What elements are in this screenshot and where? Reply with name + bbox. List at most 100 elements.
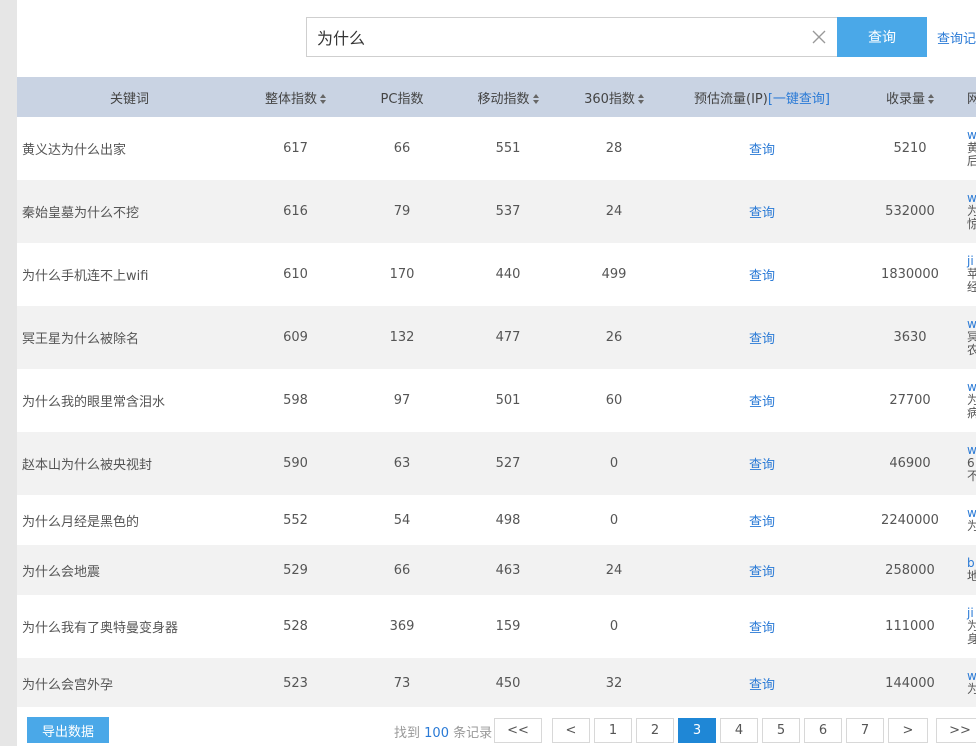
table-row: 为什么我的眼里常含泪水 598 97 501 60 查询 27700 w 为病 bbox=[17, 369, 976, 432]
table-row: 冥王星为什么被除名 609 132 477 26 查询 3630 w 冥农 bbox=[17, 306, 976, 369]
cell-pc: 170 bbox=[349, 243, 455, 306]
cell-indexed: 144000 bbox=[857, 658, 963, 708]
cell-keyword: 黄义达为什么出家 bbox=[17, 117, 242, 180]
cell-keyword: 为什么我有了奥特曼变身器 bbox=[17, 595, 242, 658]
cell-site: w6不 bbox=[963, 432, 976, 495]
search-box bbox=[306, 17, 837, 57]
cell-s360: 60 bbox=[561, 369, 667, 432]
cell-indexed: 2240000 bbox=[857, 495, 963, 545]
page-button[interactable]: 5 bbox=[762, 718, 800, 743]
cell-s360: 0 bbox=[561, 432, 667, 495]
table-row: 秦始皇墓为什么不挖 616 79 537 24 查询 532000 w 为惊 bbox=[17, 180, 976, 243]
site-title-text: 身 bbox=[967, 632, 976, 646]
cell-overall: 523 bbox=[242, 658, 349, 708]
cell-keyword: 为什么月经是黑色的 bbox=[17, 495, 242, 545]
cell-keyword: 为什么我的眼里常含泪水 bbox=[17, 369, 242, 432]
table-row: 为什么会宫外孕 523 73 450 32 查询 144000 w 为 bbox=[17, 658, 976, 708]
cell-site: w为惊 bbox=[963, 180, 976, 243]
cell-site: w黄后 bbox=[963, 117, 976, 180]
site-title-text: 地 bbox=[967, 569, 976, 583]
site-title-text: 农 bbox=[967, 343, 976, 357]
cell-indexed: 5210 bbox=[857, 117, 963, 180]
cell-pc: 66 bbox=[349, 117, 455, 180]
site-title-text: 经 bbox=[967, 280, 976, 294]
col-header-traffic: 预估流量(IP)[一键查询] bbox=[667, 77, 857, 117]
cell-overall: 598 bbox=[242, 369, 349, 432]
site-title-text: 后 bbox=[967, 154, 976, 168]
col-header-mobile[interactable]: 移动指数 bbox=[455, 77, 561, 117]
cell-mobile: 440 bbox=[455, 243, 561, 306]
page-button[interactable]: < bbox=[552, 718, 590, 743]
sort-icon[interactable] bbox=[928, 94, 934, 104]
bulk-query-link[interactable]: [一键查询] bbox=[768, 92, 830, 107]
cell-keyword: 为什么会地震 bbox=[17, 545, 242, 595]
cell-pc: 132 bbox=[349, 306, 455, 369]
col-header-360[interactable]: 360指数 bbox=[561, 77, 667, 117]
page-button[interactable]: 4 bbox=[720, 718, 758, 743]
sort-icon[interactable] bbox=[532, 94, 539, 104]
table-row: 为什么手机连不上wifi 610 170 440 499 查询 1830000 ji 苹经 bbox=[17, 243, 976, 306]
site-title-text: 惊 bbox=[967, 217, 976, 231]
cell-keyword: 秦始皇墓为什么不挖 bbox=[17, 180, 242, 243]
cell-site: w冥农 bbox=[963, 306, 976, 369]
export-button[interactable]: 导出数据 bbox=[27, 717, 109, 743]
cell-pc: 97 bbox=[349, 369, 455, 432]
cell-overall: 590 bbox=[242, 432, 349, 495]
table-header-row: 关键词 整体指数 PC指数 移动指数 360指数 预估流量(IP)[一键查询] … bbox=[17, 77, 976, 117]
search-input[interactable] bbox=[307, 18, 797, 56]
cell-s360: 24 bbox=[561, 180, 667, 243]
traffic-query-link[interactable]: 查询 bbox=[667, 658, 857, 708]
traffic-query-link[interactable]: 查询 bbox=[667, 369, 857, 432]
search-button[interactable]: 查询 bbox=[837, 17, 927, 57]
page-button[interactable]: 3 bbox=[678, 718, 716, 743]
page-button[interactable]: 7 bbox=[846, 718, 884, 743]
cell-keyword: 冥王星为什么被除名 bbox=[17, 306, 242, 369]
cell-mobile: 463 bbox=[455, 545, 561, 595]
traffic-query-link[interactable]: 查询 bbox=[667, 595, 857, 658]
traffic-query-link[interactable]: 查询 bbox=[667, 306, 857, 369]
col-header-indexed[interactable]: 收录量 bbox=[857, 77, 963, 117]
search-history-link[interactable]: 查询记 bbox=[937, 28, 976, 47]
col-header-keyword: 关键词 bbox=[17, 77, 242, 117]
site-title-text: 病 bbox=[967, 406, 976, 420]
cell-overall: 610 bbox=[242, 243, 349, 306]
cell-indexed: 46900 bbox=[857, 432, 963, 495]
clear-icon[interactable] bbox=[811, 29, 827, 45]
traffic-query-link[interactable]: 查询 bbox=[667, 243, 857, 306]
cell-site: b地 bbox=[963, 545, 976, 595]
cell-site: ji 苹经 bbox=[963, 243, 976, 306]
cell-keyword: 赵本山为什么被央视封 bbox=[17, 432, 242, 495]
traffic-query-link[interactable]: 查询 bbox=[667, 117, 857, 180]
cell-site: w为 bbox=[963, 495, 976, 545]
page-button[interactable]: 6 bbox=[804, 718, 842, 743]
sort-icon[interactable] bbox=[637, 94, 644, 104]
cell-mobile: 498 bbox=[455, 495, 561, 545]
traffic-query-link[interactable]: 查询 bbox=[667, 495, 857, 545]
col-header-overall[interactable]: 整体指数 bbox=[242, 77, 349, 117]
page-button[interactable]: << bbox=[494, 718, 542, 743]
traffic-query-link[interactable]: 查询 bbox=[667, 432, 857, 495]
cell-s360: 499 bbox=[561, 243, 667, 306]
page-button[interactable]: > bbox=[888, 718, 928, 743]
cell-pc: 66 bbox=[349, 545, 455, 595]
page-button[interactable]: >> bbox=[936, 718, 976, 743]
cell-site: ji 为身 bbox=[963, 595, 976, 658]
cell-pc: 73 bbox=[349, 658, 455, 708]
table-row: 为什么月经是黑色的 552 54 498 0 查询 2240000 w 为 bbox=[17, 495, 976, 545]
table-row: 为什么我有了奥特曼变身器 528 369 159 0 查询 111000 ji 为身 bbox=[17, 595, 976, 658]
page-button[interactable]: 1 bbox=[594, 718, 632, 743]
cell-mobile: 537 bbox=[455, 180, 561, 243]
cell-overall: 616 bbox=[242, 180, 349, 243]
traffic-query-link[interactable]: 查询 bbox=[667, 180, 857, 243]
table-row: 赵本山为什么被央视封 590 63 527 0 查询 46900 w 6 不 bbox=[17, 432, 976, 495]
page-button[interactable]: 2 bbox=[636, 718, 674, 743]
cell-s360: 28 bbox=[561, 117, 667, 180]
cell-pc: 63 bbox=[349, 432, 455, 495]
sort-icon[interactable] bbox=[320, 94, 326, 104]
traffic-query-link[interactable]: 查询 bbox=[667, 545, 857, 595]
cell-mobile: 527 bbox=[455, 432, 561, 495]
cell-s360: 0 bbox=[561, 495, 667, 545]
cell-site: w为病 bbox=[963, 369, 976, 432]
cell-overall: 552 bbox=[242, 495, 349, 545]
main-panel: 查询 查询记 关键词 整体指数 PC指数 移动指数 360指数 预估流量(IP)… bbox=[17, 0, 976, 746]
